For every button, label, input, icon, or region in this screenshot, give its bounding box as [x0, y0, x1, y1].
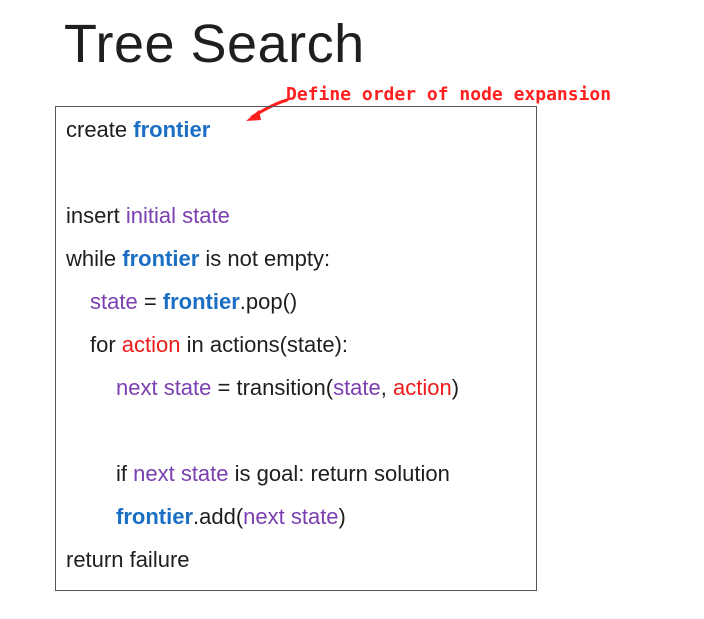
action-var: action: [121, 332, 181, 357]
code-line-add: frontier.add(next state): [116, 504, 346, 530]
frontier-keyword: frontier: [116, 504, 193, 529]
next-state-var: next state: [243, 504, 339, 529]
code-line-insert-initial: insert initial state: [66, 203, 230, 229]
code-text: is goal: return solution: [228, 461, 450, 486]
code-line-for: for action in actions(state):: [90, 332, 348, 358]
code-text: ): [451, 375, 460, 400]
code-text: is not empty:: [199, 246, 331, 271]
slide-title: Tree Search: [64, 14, 365, 74]
code-text: return failure: [66, 547, 190, 572]
code-text: if: [116, 461, 134, 486]
annotation-text: Define order of node expansion: [286, 84, 612, 105]
code-text: while: [66, 246, 123, 271]
code-text: ): [338, 504, 346, 529]
frontier-keyword: frontier: [122, 246, 200, 271]
next-state-var: next state: [116, 375, 212, 400]
action-var: action: [393, 375, 452, 400]
code-line-while: while frontier is not empty:: [66, 246, 330, 272]
code-text: in actions(state):: [180, 332, 349, 357]
initial-state-var: initial state: [125, 203, 230, 228]
frontier-keyword: frontier: [162, 289, 240, 314]
code-line-pop: state = frontier.pop(): [90, 289, 297, 315]
code-line-return-failure: return failure: [66, 547, 190, 573]
code-text: = transition(: [211, 375, 334, 400]
code-text: create: [66, 117, 134, 142]
code-text: ,: [380, 375, 393, 400]
code-text: for: [90, 332, 122, 357]
state-var: state: [333, 375, 381, 400]
code-line-create-frontier: create frontier: [66, 117, 210, 143]
code-text: insert: [66, 203, 126, 228]
code-text: .pop(): [239, 289, 298, 314]
code-line-transition: next state = transition(state, action): [116, 375, 459, 401]
code-text: .add(: [193, 504, 244, 529]
code-text: =: [137, 289, 163, 314]
next-state-var: next state: [133, 461, 229, 486]
state-var: state: [90, 289, 138, 314]
code-line-goal-check: if next state is goal: return solution: [116, 461, 450, 487]
pseudocode-box: create frontier insert initial state whi…: [55, 106, 537, 591]
frontier-keyword: frontier: [133, 117, 211, 142]
